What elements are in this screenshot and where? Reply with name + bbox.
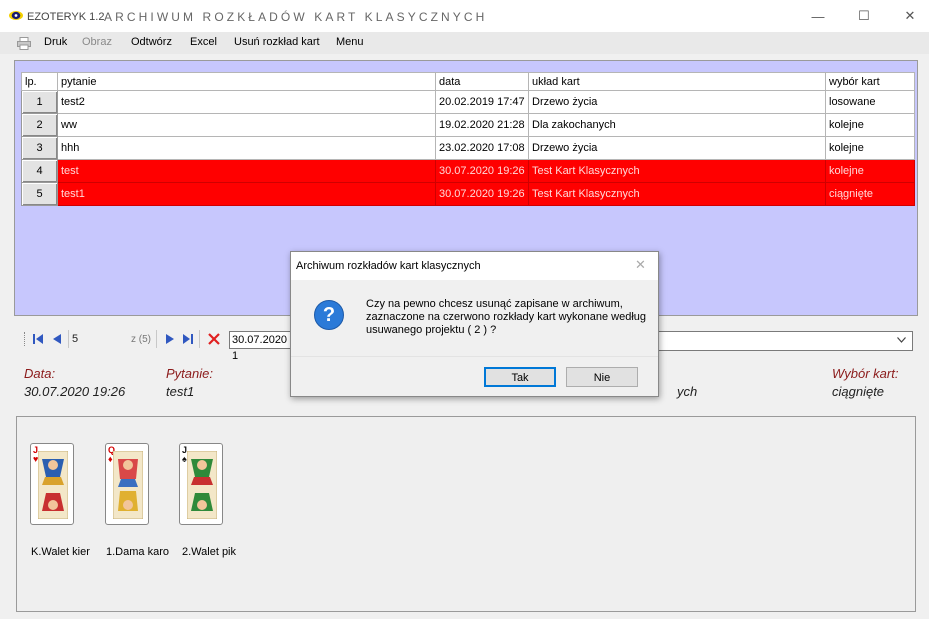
card-face-image [38, 451, 68, 519]
cell-data[interactable]: 19.02.2020 21:28 [435, 113, 529, 137]
col-header-uklad[interactable]: układ kart [528, 72, 826, 91]
prev-record-icon[interactable] [53, 334, 61, 344]
last-record-icon[interactable] [183, 334, 194, 344]
card-caption: 1.Dama karo [106, 546, 169, 558]
cell-uklad[interactable]: Test Kart Klasycznych [528, 159, 826, 183]
dialog-close-button[interactable]: ✕ [635, 257, 646, 273]
row-number[interactable]: 3 [21, 136, 58, 160]
close-button[interactable]: ✕ [887, 0, 929, 32]
card-caption: 2.Walet pik [182, 546, 237, 558]
dialog-message-line: zaznaczone na czerwono rozkłady kart wyk… [366, 311, 647, 323]
row-number[interactable]: 2 [21, 113, 58, 137]
col-header-lp[interactable]: lp. [21, 72, 58, 91]
label-wybor: Wybór kart: [832, 366, 899, 381]
cell-pytanie[interactable]: hhh [57, 136, 436, 160]
menu-odtworz[interactable]: Odtwórz [131, 36, 172, 48]
menu-druk[interactable]: Druk [44, 36, 67, 48]
value-wybor: ciągnięte [832, 384, 885, 399]
label-data: Data: [24, 366, 56, 381]
col-header-data[interactable]: data [435, 72, 529, 91]
cell-data[interactable]: 23.02.2020 17:08 [435, 136, 529, 160]
table-row[interactable]: 3 hhh 23.02.2020 17:08 Drzewo życia kole… [21, 136, 915, 160]
value-data: 30.07.2020 19:26 [24, 384, 126, 399]
cell-uklad[interactable]: Drzewo życia [528, 90, 826, 114]
cell-pytanie[interactable]: test [57, 159, 436, 183]
dialog-message-line: Czy na pewno chcesz usunąć zapisane w ar… [366, 298, 623, 310]
app-name: EZOTERYK 1.2 [27, 11, 105, 23]
label-pytanie: Pytanie: [166, 366, 213, 381]
no-button[interactable]: Nie [566, 367, 638, 387]
cell-pytanie[interactable]: ww [57, 113, 436, 137]
card-panel [16, 416, 916, 612]
cell-uklad[interactable]: Drzewo życia [528, 136, 826, 160]
cell-pytanie[interactable]: test2 [57, 90, 436, 114]
cell-wybor[interactable]: losowane [825, 90, 915, 114]
cell-wybor[interactable]: kolejne [825, 159, 915, 183]
menu-usun-rozklad[interactable]: Usuń rozkład kart [234, 36, 320, 48]
card-face-image [113, 451, 143, 519]
cell-wybor[interactable]: ciągnięte [825, 182, 915, 206]
uklad-combo[interactable] [656, 331, 913, 351]
window-title: ARCHIWUM ROZKŁADÓW KART KLASYCZNYCH [104, 10, 488, 24]
chevron-down-icon[interactable] [897, 337, 906, 343]
cell-uklad[interactable]: Test Kart Klasycznych [528, 182, 826, 206]
first-record-icon[interactable] [33, 334, 44, 344]
next-record-icon[interactable] [166, 334, 174, 344]
question-icon: ? [314, 300, 344, 330]
menu-obraz[interactable]: Obraz [82, 36, 112, 48]
menu-excel[interactable]: Excel [190, 36, 217, 48]
separator [156, 330, 157, 348]
separator [199, 330, 200, 348]
dialog-message-line: usuwanego projektu ( 2 ) ? [366, 324, 497, 336]
eye-icon [9, 11, 23, 20]
table-row-marked[interactable]: 4 test 30.07.2020 19:26 Test Kart Klasyc… [21, 159, 915, 183]
row-number[interactable]: 5 [21, 182, 58, 206]
confirm-dialog: Archiwum rozkładów kart klasycznych ✕ ? … [290, 251, 659, 397]
card-caption: K.Walet kier [31, 546, 90, 558]
col-header-pytanie[interactable]: pytanie [57, 72, 436, 91]
separator [68, 330, 69, 348]
table-row[interactable]: 1 test2 20.02.2019 17:47 Drzewo życia lo… [21, 90, 915, 114]
toolbar-grip [24, 332, 27, 346]
col-header-wybor[interactable]: wybór kart [825, 72, 915, 91]
menu-menu[interactable]: Menu [336, 36, 364, 48]
cell-wybor[interactable]: kolejne [825, 136, 915, 160]
archive-grid: lp. pytanie data układ kart wybór kart 1… [21, 72, 915, 206]
card-walet-pik[interactable]: J ♠ [179, 443, 223, 525]
dialog-divider [291, 356, 658, 357]
cell-data[interactable]: 20.02.2019 17:47 [435, 90, 529, 114]
cell-uklad[interactable]: Dla zakochanych [528, 113, 826, 137]
record-position[interactable]: 5 [72, 333, 78, 345]
yes-button[interactable]: Tak [484, 367, 556, 387]
value-pytanie: test1 [166, 384, 195, 399]
maximize-button[interactable]: ☐ [841, 0, 887, 32]
printer-icon[interactable] [17, 37, 31, 50]
card-face-image [187, 451, 217, 519]
cell-pytanie[interactable]: test1 [57, 182, 436, 206]
card-suit: ♦ [108, 454, 113, 464]
record-count: z (5) [131, 334, 151, 345]
date-filter-input[interactable]: 30.07.2020 1 [229, 331, 295, 362]
card-walet-kier[interactable]: J ♥ [30, 443, 74, 525]
cell-wybor[interactable]: kolejne [825, 113, 915, 137]
card-dama-karo[interactable]: Q ♦ [105, 443, 149, 525]
delete-x-icon[interactable] [208, 333, 220, 345]
dialog-title: Archiwum rozkładów kart klasycznych [296, 260, 481, 272]
table-row[interactable]: 2 ww 19.02.2020 21:28 Dla zakochanych ko… [21, 113, 915, 137]
row-number[interactable]: 1 [21, 90, 58, 114]
table-row-marked[interactable]: 5 test1 30.07.2020 19:26 Test Kart Klasy… [21, 182, 915, 206]
cell-data[interactable]: 30.07.2020 19:26 [435, 159, 529, 183]
value-uklad-partial: ych [677, 384, 698, 399]
row-number[interactable]: 4 [21, 159, 58, 183]
cell-data[interactable]: 30.07.2020 19:26 [435, 182, 529, 206]
minimize-button[interactable]: — [795, 0, 841, 32]
